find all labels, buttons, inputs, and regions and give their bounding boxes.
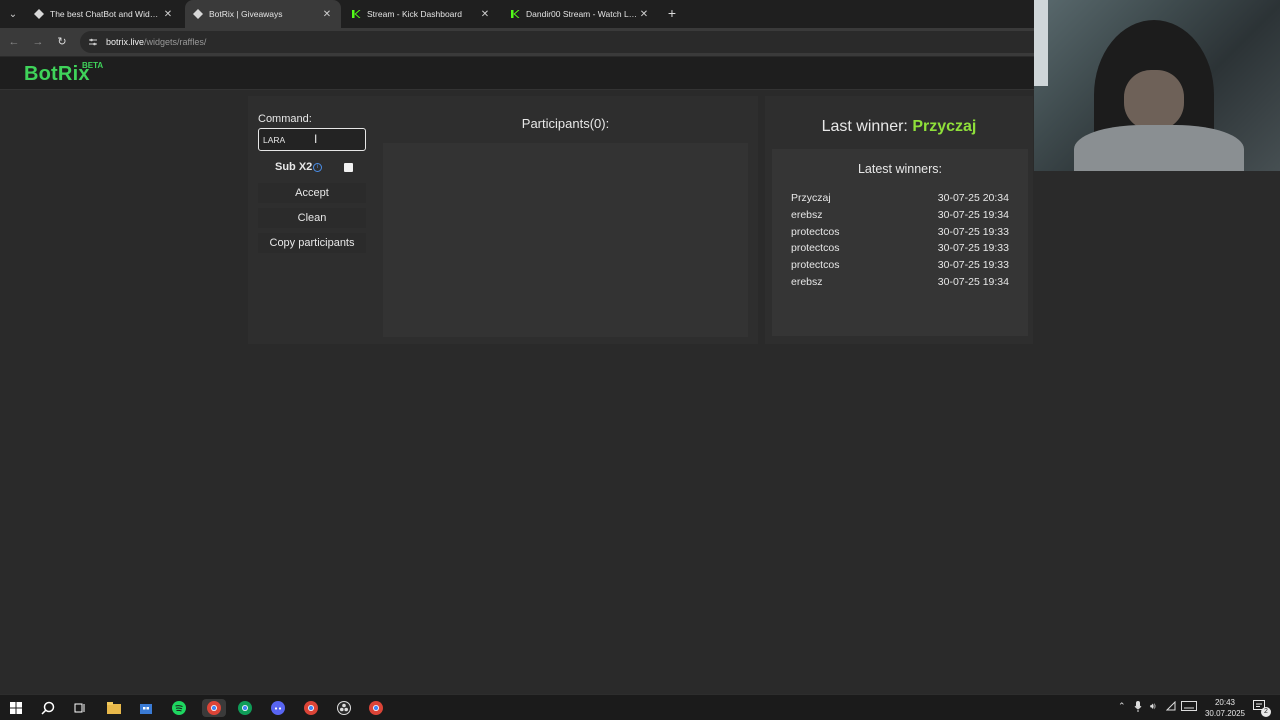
spotify-icon[interactable] [170, 699, 188, 717]
winner-time: 30-07-25 19:34 [937, 208, 1009, 221]
botrix-favicon-icon [193, 9, 203, 19]
url-host: botrix.live [106, 37, 145, 47]
browser-toolbar: ← → ↻ botrix.live/widgets/raffles/ [0, 28, 1034, 56]
copy-participants-button[interactable]: Copy participants [258, 233, 366, 253]
store-icon[interactable] [137, 699, 155, 717]
clean-button[interactable]: Clean [258, 208, 366, 228]
winner-name: erebsz [791, 208, 823, 221]
back-arrow-icon[interactable]: ← [6, 34, 22, 50]
url-path: /widgets/raffles/ [144, 37, 207, 47]
winner-time: 30-07-25 19:33 [937, 225, 1009, 238]
chrome-profile-icon[interactable] [236, 699, 254, 717]
winners-panel: Last winner: Przyczaj Latest winners: Pr… [765, 96, 1033, 344]
kick-favicon-icon [351, 9, 361, 19]
notification-badge: 2 [1261, 707, 1271, 717]
chrome-profile-icon[interactable] [202, 699, 226, 717]
task-view-icon[interactable] [71, 699, 89, 717]
obs-icon[interactable] [335, 699, 353, 717]
winner-name: Przyczaj [791, 192, 831, 204]
latest-winners-title: Latest winners: [857, 162, 943, 176]
winner-name: protectcos [791, 225, 840, 238]
list-item: erebsz 30-07-25 19:34 [791, 209, 1009, 226]
list-item: erebsz 30-07-25 19:34 [791, 276, 1009, 293]
winner-name: protectcos [791, 259, 840, 272]
command-input[interactable] [258, 128, 366, 151]
winner-time: 30-07-25 19:34 [937, 275, 1009, 288]
tab-search-icon[interactable]: ⌄ [4, 5, 22, 23]
webcam-person-face [1124, 70, 1184, 130]
search-icon[interactable] [39, 699, 57, 717]
tab-title: BotRix | Giveaways [209, 9, 283, 19]
kick-favicon-icon [510, 9, 520, 19]
chrome-profile-icon[interactable] [367, 699, 385, 717]
forward-arrow-icon[interactable]: → [30, 34, 46, 50]
keyboard-icon[interactable] [1181, 701, 1197, 715]
tab-giveaways[interactable]: BotRix | Giveaways ✕ [185, 0, 341, 28]
tab-close-icon[interactable]: ✕ [162, 9, 174, 20]
botrix-logo[interactable]: BotRix [24, 63, 90, 86]
windows-taskbar: ⌃ 🔊︎ 20:43 30.07.2025 2 [0, 694, 1280, 720]
tab-close-icon[interactable]: ✕ [638, 9, 650, 20]
network-icon[interactable] [1165, 700, 1176, 715]
site-info-icon[interactable] [88, 37, 98, 47]
tab-close-icon[interactable]: ✕ [479, 9, 491, 20]
raffle-panel: Command: I Sub X2 i Accept Clean Copy pa… [248, 96, 758, 344]
tab-kick-dashboard[interactable]: Stream - Kick Dashboard ✕ [343, 0, 499, 28]
command-label: Command: [258, 113, 312, 125]
tab-title: The best ChatBot and Widgets f [50, 9, 162, 19]
site-header: BotRix BETA [0, 57, 1034, 90]
winner-time: 30-07-25 19:33 [937, 242, 1009, 255]
winner-name: protectcos [791, 242, 840, 255]
accept-button[interactable]: Accept [258, 183, 366, 203]
list-item: protectcos 30-07-25 19:33 [791, 242, 1009, 259]
last-winner-label: Last winner: [821, 118, 908, 135]
windows-start-icon[interactable] [7, 699, 25, 717]
webcam-overlay [1034, 0, 1280, 171]
tray-overflow-icon[interactable]: ⌃ [1118, 701, 1126, 715]
beta-badge: BETA [82, 61, 104, 70]
participants-title: Participants(0): [521, 116, 610, 131]
webcam-background [1034, 0, 1048, 86]
list-item: protectcos 30-07-25 19:33 [791, 226, 1009, 243]
tab-title: Stream - Kick Dashboard [367, 9, 462, 19]
last-winner: Last winner: Przyczaj [765, 118, 1033, 136]
list-item: protectcos 30-07-25 19:33 [791, 259, 1009, 276]
latest-winners-list: Przyczaj 30-07-25 20:34 erebsz 30-07-25 19… [791, 192, 1009, 293]
chrome-profile-icon[interactable] [302, 699, 320, 717]
tab-dandir-stream[interactable]: Dandir00 Stream - Watch Live o ✕ [502, 0, 658, 28]
discord-icon[interactable] [269, 699, 287, 717]
latest-winners-box: Latest winners: Przyczaj 30-07-25 20:34 e… [772, 149, 1028, 336]
file-explorer-icon[interactable] [105, 699, 123, 717]
new-tab-icon[interactable]: + [664, 5, 680, 21]
system-clock[interactable]: 20:43 30.07.2025 [1200, 697, 1250, 719]
info-icon[interactable]: i [313, 163, 322, 172]
clock-date: 30.07.2025 [1204, 709, 1246, 718]
webcam-person-body [1074, 125, 1244, 171]
last-winner-name: Przyczaj [912, 118, 977, 135]
volume-icon[interactable]: 🔊︎ [1150, 701, 1156, 715]
winner-time: 30-07-25 19:33 [937, 259, 1009, 272]
microphone-icon[interactable] [1134, 701, 1142, 715]
tab-chatbot[interactable]: The best ChatBot and Widgets f ✕ [26, 0, 182, 28]
list-item: Przyczaj 30-07-25 20:34 [791, 192, 1009, 209]
sub-x2-checkbox[interactable] [344, 163, 353, 172]
winner-name: erebsz [791, 275, 823, 288]
address-bar[interactable]: botrix.live/widgets/raffles/ [80, 31, 1034, 53]
winner-time: 30-07-25 20:34 [937, 192, 1009, 204]
sub-x2-label: Sub X2 [275, 161, 313, 173]
botrix-favicon-icon [34, 9, 44, 19]
reload-icon[interactable]: ↻ [54, 34, 70, 50]
browser-tab-strip: ⌄ The best ChatBot and Widgets f ✕ BotRi… [0, 0, 1034, 28]
tab-title: Dandir00 Stream - Watch Live o [526, 9, 638, 19]
tab-close-icon[interactable]: ✕ [321, 9, 333, 20]
participants-list[interactable] [383, 143, 748, 337]
clock-time: 20:43 [1214, 698, 1236, 707]
